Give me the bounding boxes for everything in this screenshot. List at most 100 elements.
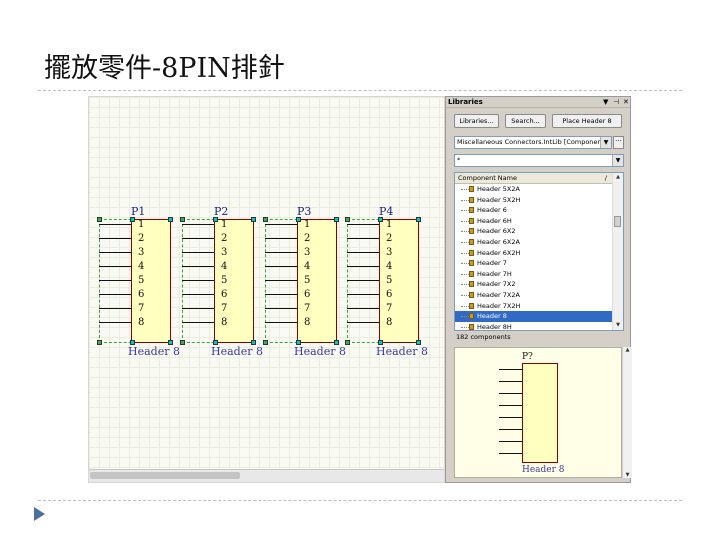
selection-handle[interactable] — [168, 217, 173, 222]
column-header-component-name[interactable]: Component Name — [458, 174, 517, 182]
selection-handle[interactable] — [251, 217, 256, 222]
pin-line — [182, 280, 214, 281]
scroll-down-icon[interactable]: ▼ — [623, 472, 632, 478]
next-slide-arrow-icon[interactable] — [34, 507, 45, 521]
place-component-button[interactable]: Place Header 8 — [552, 114, 622, 128]
scrollbar-thumb[interactable] — [90, 472, 240, 479]
pin-number: 2 — [221, 233, 228, 244]
component-list-item[interactable]: Header 8H — [455, 322, 613, 330]
selection-handle[interactable] — [180, 217, 185, 222]
pin-line — [99, 322, 131, 323]
library-options-button[interactable]: ··· — [613, 136, 624, 149]
pin-line — [99, 266, 131, 267]
pin-number: 3 — [386, 247, 393, 258]
pin-line — [265, 224, 297, 225]
scroll-up-icon[interactable]: ▲ — [613, 173, 623, 182]
pin-line — [182, 238, 214, 239]
component-list-item[interactable]: Header 5X2H — [455, 195, 613, 206]
selection-handle[interactable] — [263, 340, 268, 345]
close-icon[interactable]: ✕ — [623, 98, 629, 106]
header-part[interactable]: P1 1 2 3 4 5 6 7 8 Header 8 — [94, 205, 180, 358]
component-list-item[interactable]: Header 7H — [455, 269, 613, 280]
component-rows: Header 5X2A Header 5X2H Header 6 Header 6H H… — [455, 184, 613, 330]
part-body — [131, 219, 171, 343]
pin-number: 2 — [304, 233, 311, 244]
component-list[interactable]: Component Name / Header 5X2A Header 5X2H H… — [454, 172, 624, 331]
pin-icon[interactable]: ⊣ — [613, 98, 619, 106]
pin-line — [347, 308, 379, 309]
selection-handle[interactable] — [130, 217, 135, 222]
component-icon — [469, 196, 474, 203]
pin-number: 6 — [386, 289, 393, 300]
selection-handle[interactable] — [263, 217, 268, 222]
component-icon — [469, 249, 474, 256]
pin-line — [347, 252, 379, 253]
component-icon — [469, 217, 474, 224]
component-list-item[interactable]: Header 6X2A — [455, 237, 613, 248]
pin-number: 3 — [304, 247, 311, 258]
pin-number: 2 — [138, 233, 145, 244]
selection-handle[interactable] — [296, 217, 301, 222]
pin-number: 4 — [304, 261, 311, 272]
selection-handle[interactable] — [97, 217, 102, 222]
component-list-item[interactable]: Header 7 — [455, 258, 613, 269]
header-part[interactable]: P4 1 2 3 4 5 6 7 8 Header 8 — [342, 205, 428, 358]
pin-number: 6 — [138, 289, 145, 300]
list-header[interactable]: Component Name / — [455, 173, 613, 184]
component-list-item[interactable]: Header 6H — [455, 216, 613, 227]
pin-number: 2 — [386, 233, 393, 244]
component-list-item[interactable]: Header 7X2 — [455, 279, 613, 290]
component-list-item[interactable]: Header 6X2H — [455, 248, 613, 259]
pin-number: 4 — [138, 261, 145, 272]
panel-title: Libraries — [448, 98, 483, 106]
selection-handle[interactable] — [345, 217, 350, 222]
libraries-button[interactable]: Libraries... — [454, 114, 499, 128]
dropdown-arrow-icon[interactable]: ▼ — [603, 98, 608, 106]
pin-line — [99, 294, 131, 295]
pin-line — [182, 294, 214, 295]
selection-handle[interactable] — [213, 217, 218, 222]
preview-pin-line — [499, 429, 522, 430]
component-icon — [469, 302, 474, 309]
scrollbar-thumb[interactable] — [614, 216, 621, 227]
selection-handle[interactable] — [378, 217, 383, 222]
chevron-down-icon[interactable]: ▼ — [600, 137, 611, 148]
schematic-sheet[interactable]: P1 1 2 3 4 5 6 7 8 Header 8 P2 1 2 3 4 5 6 7 8 Header 8 P3 1 2… — [88, 96, 445, 483]
horizontal-scrollbar[interactable] — [89, 469, 444, 482]
search-button[interactable]: Search... — [505, 114, 546, 128]
component-list-item[interactable]: Header 7X2A — [455, 290, 613, 301]
component-icon — [469, 313, 474, 320]
selection-handle[interactable] — [334, 217, 339, 222]
chevron-down-icon[interactable]: ▼ — [612, 155, 623, 166]
filter-value: * — [457, 156, 461, 164]
selection-handle[interactable] — [97, 340, 102, 345]
component-list-item[interactable]: Header 8 — [455, 311, 613, 322]
component-list-item[interactable]: Header 6X2 — [455, 226, 613, 237]
library-select[interactable]: Miscellaneous Connectors.IntLib [Compone… — [454, 136, 612, 149]
pin-number: 8 — [221, 317, 228, 328]
header-part[interactable]: P2 1 2 3 4 5 6 7 8 Header 8 — [177, 205, 263, 358]
pin-line — [99, 252, 131, 253]
filter-input[interactable]: * ▼ — [454, 154, 624, 167]
scroll-down-icon[interactable]: ▼ — [613, 321, 623, 330]
pin-number: 3 — [138, 247, 145, 258]
component-icon — [469, 207, 474, 214]
selection-handle[interactable] — [345, 340, 350, 345]
preview-body — [522, 363, 558, 463]
preview-pin-line — [499, 453, 522, 454]
preview-scrollbar[interactable]: ▲ ▼ — [623, 347, 632, 478]
component-name: Header 7X2A — [477, 290, 520, 299]
preview-pin-line — [499, 405, 522, 406]
header-part[interactable]: P3 1 2 3 4 5 6 7 8 Header 8 — [260, 205, 346, 358]
pin-line — [265, 252, 297, 253]
component-icon — [469, 291, 474, 298]
list-vertical-scrollbar[interactable]: ▲ ▼ — [612, 173, 623, 330]
component-icon — [469, 228, 474, 235]
component-list-item[interactable]: Header 6 — [455, 205, 613, 216]
component-list-item[interactable]: Header 7X2H — [455, 301, 613, 312]
pin-line — [347, 294, 379, 295]
selection-handle[interactable] — [416, 217, 421, 222]
scroll-up-icon[interactable]: ▲ — [623, 347, 632, 353]
component-list-item[interactable]: Header 5X2A — [455, 184, 613, 195]
selection-handle[interactable] — [180, 340, 185, 345]
